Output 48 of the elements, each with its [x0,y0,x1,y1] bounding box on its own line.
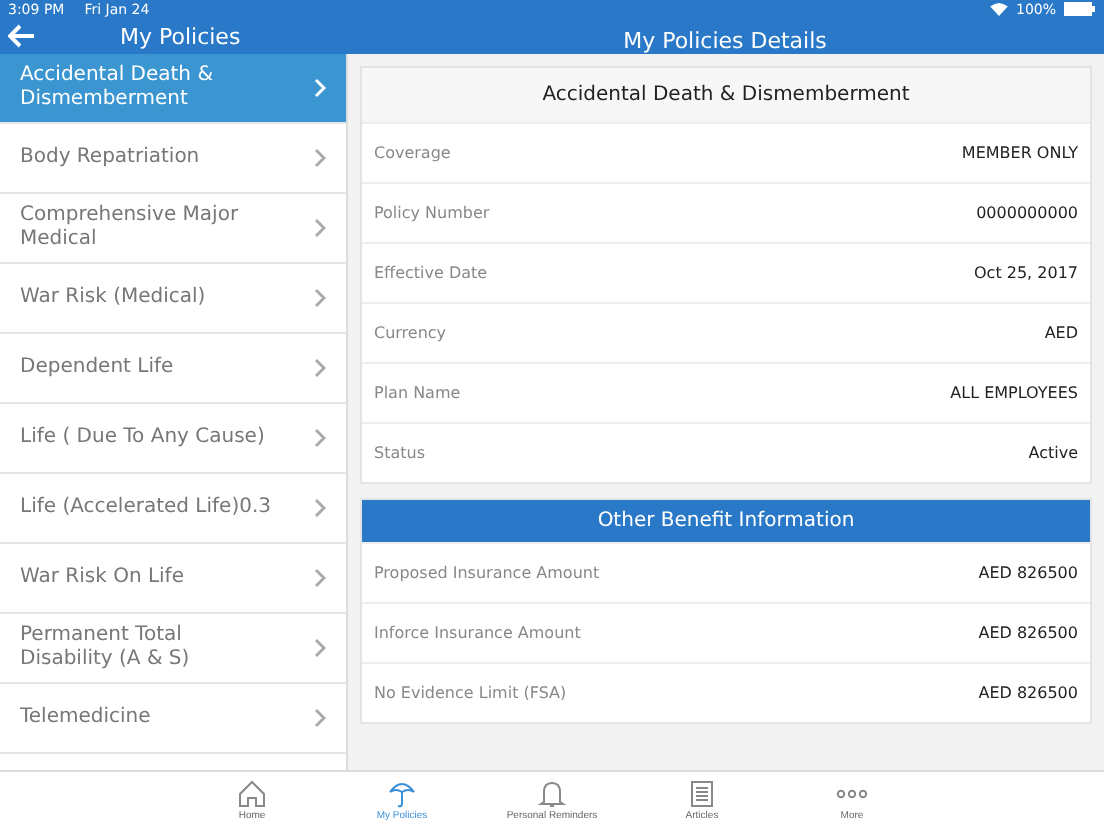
chevron-right-icon [314,78,326,98]
field-label: Effective Date [374,264,488,282]
sidebar-item[interactable]: Comprehensive Major Medical [0,194,346,264]
sidebar-item[interactable]: Body Repatriation [0,124,346,194]
field-value: MEMBER ONLY [961,144,1078,162]
umbrella-icon [388,779,416,807]
chevron-right-icon [314,568,326,588]
field-label: Policy Number [374,204,490,222]
chevron-right-icon [314,498,326,518]
chevron-right-icon [314,428,326,448]
field-value: AED 826500 [978,624,1078,642]
chevron-right-icon [314,148,326,168]
field-label: Coverage [374,144,451,162]
field-label: Plan Name [374,384,461,402]
nav-title: My Policies Details [623,27,827,53]
chevron-right-icon [314,638,326,658]
sidebar-item[interactable]: War Risk On Life [0,544,346,614]
sidebar-item[interactable]: War Risk (Medical) [0,264,346,334]
chevron-right-icon [314,708,326,728]
sidebar-item[interactable]: Life ( Due To Any Cause) [0,404,346,474]
sidebar-item[interactable]: Dependent Life [0,334,346,404]
field-value: Oct 25, 2017 [974,264,1078,282]
field-label: Inforce Insurance Amount [374,624,581,642]
sidebar-item[interactable]: Life (Accelerated Life)0.3 [0,474,346,544]
sidebar-item[interactable]: Permanent Total Disability (A & S) [0,614,346,684]
wifi-icon [989,2,1008,16]
chevron-right-icon [314,288,326,308]
card-title: Accidental Death & Dismemberment [362,68,1090,122]
document-icon [690,779,714,807]
chevron-right-icon [314,358,326,378]
field-label: No Evidence Limit (FSA) [374,684,567,702]
field-value: 0000000000 [976,204,1078,222]
home-icon [238,779,266,807]
chevron-right-icon [314,218,326,238]
field-label: Proposed Insurance Amount [374,564,600,582]
field-value: ALL EMPLOYEES [950,384,1078,402]
field-value: AED [1044,324,1078,342]
sidebar-item[interactable]: Accidental Death & Dismemberment [0,54,346,124]
field-value: AED 826500 [978,684,1078,702]
field-label: Status [374,444,425,462]
bell-icon [538,779,566,807]
field-label: Currency [374,324,447,342]
battery-icon [1064,2,1096,16]
field-value: AED 826500 [978,564,1078,582]
nav-title: My Policies [120,23,241,49]
field-value: Active [1028,444,1078,462]
sidebar-item[interactable]: Telemedicine [0,684,346,754]
section-header: Other Benefit Information [362,500,1090,542]
